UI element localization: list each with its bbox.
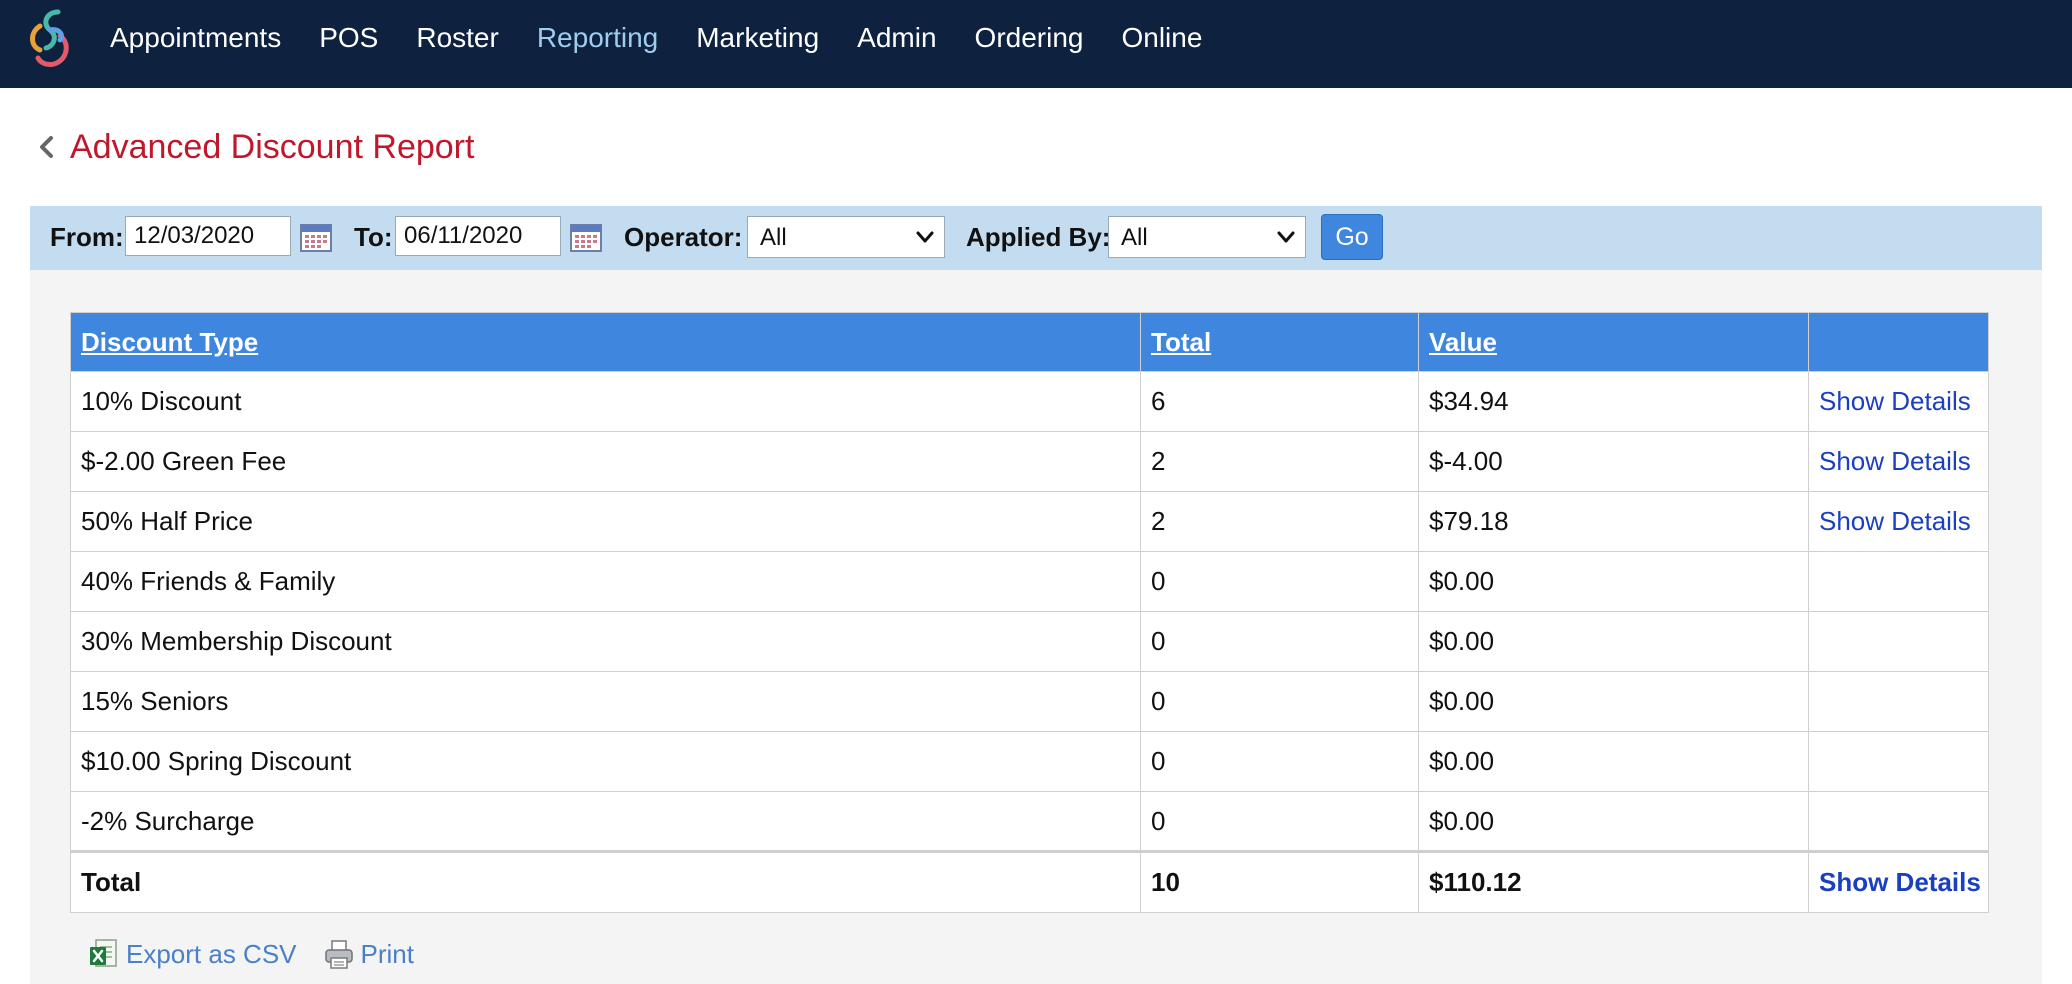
nav-item-pos[interactable]: POS (319, 22, 378, 54)
table-row: 50% Half Price 2 $79.18 Show Details (70, 491, 1989, 552)
cell-discount-type: $-2.00 Green Fee (70, 431, 1141, 492)
cell-value: $34.94 (1418, 371, 1809, 432)
top-navigation-bar: Appointments POS Roster Reporting Market… (0, 0, 2072, 88)
nav-item-marketing[interactable]: Marketing (696, 22, 819, 54)
go-button[interactable]: Go (1321, 214, 1383, 260)
cell-total: 2 (1140, 491, 1419, 552)
nav-item-ordering[interactable]: Ordering (975, 22, 1084, 54)
chevron-down-icon (916, 231, 934, 243)
cell-actions: Show Details (1808, 491, 1989, 552)
cell-actions (1808, 671, 1989, 732)
cell-actions (1808, 611, 1989, 672)
table-total-row: Total 10 $110.12 Show Details (70, 850, 1989, 913)
cell-value: $79.18 (1418, 491, 1809, 552)
export-csv-link[interactable]: Export as CSV (88, 937, 297, 971)
cell-actions (1808, 551, 1989, 612)
cell-discount-type: 10% Discount (70, 371, 1141, 432)
nav-item-reporting[interactable]: Reporting (537, 22, 658, 54)
cell-value: $0.00 (1418, 671, 1809, 732)
cell-discount-type: 30% Membership Discount (70, 611, 1141, 672)
table-row: 15% Seniors 0 $0.00 (70, 671, 1989, 732)
operator-select-value: All (760, 224, 787, 251)
total-count: 10 (1140, 850, 1419, 913)
cell-value: $0.00 (1418, 791, 1809, 852)
applied-by-select[interactable]: All (1108, 216, 1306, 258)
from-date-input[interactable] (125, 216, 291, 256)
cell-discount-type: -2% Surcharge (70, 791, 1141, 852)
nav-item-admin[interactable]: Admin (857, 22, 936, 54)
filter-bar: From: To: Operator: All Applied By: All (30, 206, 2042, 270)
cell-actions: Show Details (1808, 850, 1989, 913)
total-label: Total (70, 850, 1141, 913)
table-header-row: Discount Type Total Value (70, 312, 1989, 372)
app-logo[interactable] (24, 6, 76, 72)
show-details-link[interactable]: Show Details (1819, 506, 1971, 536)
cell-value: $0.00 (1418, 731, 1809, 792)
cell-total: 0 (1140, 791, 1419, 852)
report-panel: Discount Type Total Value 10% Discount 6… (30, 270, 2042, 984)
table-row: -2% Surcharge 0 $0.00 (70, 791, 1989, 852)
page-header: Advanced Discount Report (36, 124, 474, 170)
cell-actions (1808, 731, 1989, 792)
total-value: $110.12 (1418, 850, 1809, 913)
excel-icon (90, 939, 117, 967)
applied-by-select-value: All (1121, 224, 1148, 251)
cell-total: 0 (1140, 731, 1419, 792)
cell-total: 2 (1140, 431, 1419, 492)
nav-item-roster[interactable]: Roster (416, 22, 498, 54)
cell-discount-type: $10.00 Spring Discount (70, 731, 1141, 792)
header-value[interactable]: Value (1418, 312, 1809, 372)
cell-discount-type: 15% Seniors (70, 671, 1141, 732)
to-label: To: (354, 222, 393, 252)
export-csv-label: Export as CSV (126, 938, 297, 969)
cell-discount-type: 50% Half Price (70, 491, 1141, 552)
show-details-link[interactable]: Show Details (1819, 386, 1971, 416)
cell-total: 0 (1140, 611, 1419, 672)
table-row: 40% Friends & Family 0 $0.00 (70, 551, 1989, 612)
to-date-input[interactable] (395, 216, 561, 256)
show-details-link[interactable]: Show Details (1819, 867, 1981, 897)
cell-actions: Show Details (1808, 371, 1989, 432)
calendar-icon[interactable] (570, 222, 602, 252)
cell-total: 0 (1140, 671, 1419, 732)
from-label: From: (50, 222, 124, 252)
cell-value: $0.00 (1418, 551, 1809, 612)
table-row: 10% Discount 6 $34.94 Show Details (70, 371, 1989, 432)
operator-label: Operator: (624, 222, 743, 252)
discount-report-table: Discount Type Total Value 10% Discount 6… (70, 312, 1989, 913)
print-label: Print (360, 938, 414, 969)
cell-actions: Show Details (1808, 431, 1989, 492)
cell-total: 6 (1140, 371, 1419, 432)
cell-value: $-4.00 (1418, 431, 1809, 492)
page-title: Advanced Discount Report (70, 127, 475, 166)
show-details-link[interactable]: Show Details (1819, 446, 1971, 476)
operator-select[interactable]: All (747, 216, 945, 258)
printer-icon (324, 940, 353, 969)
table-row: $10.00 Spring Discount 0 $0.00 (70, 731, 1989, 792)
table-row: 30% Membership Discount 0 $0.00 (70, 611, 1989, 672)
header-actions (1808, 312, 1989, 372)
nav-item-appointments[interactable]: Appointments (110, 22, 281, 54)
cell-actions (1808, 791, 1989, 852)
calendar-icon[interactable] (300, 222, 332, 252)
cell-discount-type: 40% Friends & Family (70, 551, 1141, 612)
chevron-down-icon (1277, 231, 1295, 243)
nav-item-online[interactable]: Online (1121, 22, 1202, 54)
report-footer-links: Export as CSV Print (88, 934, 440, 974)
table-row: $-2.00 Green Fee 2 $-4.00 Show Details (70, 431, 1989, 492)
header-discount-type[interactable]: Discount Type (70, 312, 1141, 372)
cell-value: $0.00 (1418, 611, 1809, 672)
chevron-left-icon[interactable] (36, 134, 58, 160)
header-total[interactable]: Total (1140, 312, 1419, 372)
print-link[interactable]: Print (323, 937, 414, 971)
cell-total: 0 (1140, 551, 1419, 612)
applied-by-label: Applied By: (966, 222, 1111, 252)
